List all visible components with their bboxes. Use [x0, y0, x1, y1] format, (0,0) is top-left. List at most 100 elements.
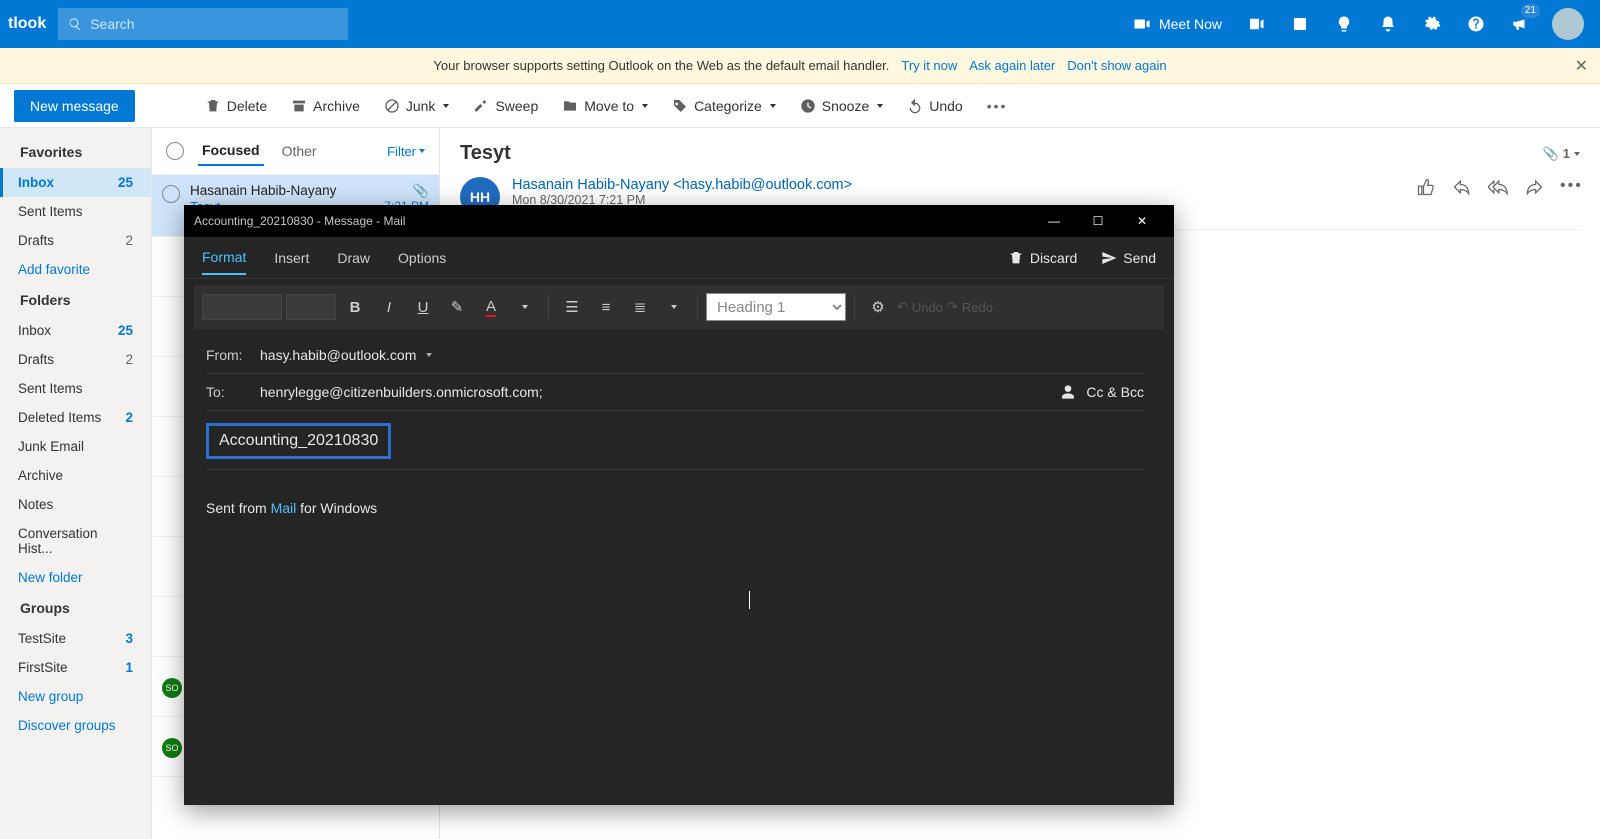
- focused-tab[interactable]: Focused: [198, 136, 264, 166]
- nav-group-firstsite[interactable]: FirstSite1: [0, 653, 151, 682]
- groups-heading[interactable]: Groups: [0, 592, 151, 624]
- highlight-button[interactable]: ✎: [442, 293, 472, 321]
- to-value[interactable]: henrylegge@citizenbuilders.onmicrosoft.c…: [260, 384, 543, 400]
- nav-new-group[interactable]: New group: [0, 682, 151, 711]
- nav-new-folder[interactable]: New folder: [0, 563, 151, 592]
- trash-icon: [1008, 250, 1024, 266]
- number-list-button[interactable]: ≡: [591, 293, 621, 321]
- bullet-list-button[interactable]: ☰: [557, 293, 587, 321]
- attachment-count[interactable]: 📎 1: [1543, 146, 1580, 162]
- gear-icon[interactable]: [1412, 0, 1452, 48]
- underline-button[interactable]: U: [408, 293, 438, 321]
- default-handler-banner: Your browser supports setting Outlook on…: [0, 48, 1600, 84]
- undo-button[interactable]: Undo: [897, 92, 972, 120]
- folders-heading[interactable]: Folders: [0, 284, 151, 316]
- user-avatar[interactable]: [1552, 8, 1584, 40]
- heading-select[interactable]: Heading 1: [706, 293, 846, 321]
- nav-sent-folder[interactable]: Sent Items: [0, 374, 151, 403]
- from-chevron-icon[interactable]: [426, 353, 432, 357]
- archive-button[interactable]: Archive: [281, 92, 370, 120]
- nav-drafts-folder[interactable]: Drafts2: [0, 345, 151, 374]
- more-actions-icon[interactable]: •••: [1560, 177, 1580, 197]
- nav-archive-folder[interactable]: Archive: [0, 461, 151, 490]
- font-size-select[interactable]: [286, 294, 336, 320]
- calendar-icon[interactable]: [1280, 0, 1320, 48]
- nav-sent-fav[interactable]: Sent Items: [0, 197, 151, 226]
- nav-junk-folder[interactable]: Junk Email: [0, 432, 151, 461]
- align-button[interactable]: ≣: [625, 293, 655, 321]
- lightbulb-icon[interactable]: [1324, 0, 1364, 48]
- send-button[interactable]: Send: [1101, 250, 1156, 266]
- nav-convhist-folder[interactable]: Conversation Hist...: [0, 519, 151, 563]
- italic-button[interactable]: I: [374, 293, 404, 321]
- banner-try-link[interactable]: Try it now: [901, 58, 957, 73]
- megaphone-icon[interactable]: 21: [1500, 0, 1540, 48]
- nav-group-testsite[interactable]: TestSite3: [0, 624, 151, 653]
- delete-button[interactable]: Delete: [195, 92, 277, 120]
- snooze-button[interactable]: Snooze: [790, 92, 893, 120]
- select-all-circle[interactable]: [166, 142, 184, 160]
- para-more[interactable]: [659, 293, 689, 321]
- nav-inbox-fav[interactable]: Inbox25: [0, 168, 151, 197]
- select-circle[interactable]: [162, 185, 180, 203]
- categorize-button[interactable]: Categorize: [662, 92, 786, 120]
- reply-all-icon[interactable]: [1488, 177, 1508, 197]
- tab-draw[interactable]: Draw: [337, 242, 370, 274]
- banner-later-link[interactable]: Ask again later: [969, 58, 1055, 73]
- banner-close-icon[interactable]: ✕: [1575, 56, 1588, 76]
- like-icon[interactable]: [1416, 177, 1436, 197]
- read-from[interactable]: Hasanain Habib-Nayany <hasy.habib@outloo…: [512, 177, 852, 193]
- minimize-button[interactable]: —: [1032, 205, 1076, 237]
- bold-button[interactable]: B: [340, 293, 370, 321]
- close-button[interactable]: ✕: [1120, 205, 1164, 237]
- teams-icon[interactable]: [1236, 0, 1276, 48]
- nav-deleted-folder[interactable]: Deleted Items2: [0, 403, 151, 432]
- moveto-button[interactable]: Move to: [552, 92, 658, 120]
- window-titlebar[interactable]: Accounting_20210830 - Message - Mail — ☐…: [184, 205, 1174, 237]
- forward-icon[interactable]: [1524, 177, 1544, 197]
- from-value[interactable]: hasy.habib@outlook.com: [260, 347, 416, 363]
- discard-button[interactable]: Discard: [1008, 250, 1077, 266]
- junk-button[interactable]: Junk: [374, 92, 460, 120]
- format-toolbar: B I U ✎ A ☰ ≡ ≣ Heading 1 ⚙ ↶ Undo ↷ Red…: [194, 285, 1164, 329]
- tab-format[interactable]: Format: [202, 241, 246, 275]
- nav-inbox-folder[interactable]: Inbox25: [0, 316, 151, 345]
- tab-insert[interactable]: Insert: [274, 242, 309, 274]
- banner-text: Your browser supports setting Outlook on…: [433, 58, 889, 73]
- more-button[interactable]: •••: [977, 92, 1018, 120]
- ccbcc-button[interactable]: Cc & Bcc: [1086, 384, 1144, 400]
- favorites-heading[interactable]: Favorites: [0, 136, 151, 168]
- font-color-button[interactable]: A: [476, 293, 506, 321]
- banner-dontshow-link[interactable]: Don't show again: [1067, 58, 1166, 73]
- nav-add-favorite[interactable]: Add favorite: [0, 255, 151, 284]
- undo-button-toolbar[interactable]: ↶ Undo: [897, 299, 943, 315]
- search-input[interactable]: [90, 16, 338, 32]
- nav-drafts-fav[interactable]: Drafts2: [0, 226, 151, 255]
- search-box[interactable]: [58, 8, 348, 40]
- list-tabs: Focused Other Filter: [152, 128, 439, 175]
- filter-button[interactable]: Filter: [387, 144, 425, 159]
- other-tab[interactable]: Other: [278, 137, 321, 165]
- meet-now-button[interactable]: Meet Now: [1123, 15, 1232, 33]
- brand-title: tlook: [8, 15, 58, 33]
- tab-options[interactable]: Options: [398, 242, 446, 274]
- redo-button-toolbar[interactable]: ↷ Redo: [947, 299, 993, 315]
- people-icon[interactable]: [1060, 384, 1076, 400]
- paperclip-icon: 📎: [1543, 146, 1559, 162]
- notification-badge: 21: [1521, 4, 1540, 18]
- sweep-button[interactable]: Sweep: [463, 92, 548, 120]
- maximize-button[interactable]: ☐: [1076, 205, 1120, 237]
- mail-link[interactable]: Mail: [271, 500, 297, 516]
- read-actions: •••: [1416, 177, 1580, 197]
- compose-body[interactable]: Sent from Mail for Windows: [184, 470, 1174, 516]
- font-family-select[interactable]: [202, 294, 282, 320]
- bell-icon[interactable]: [1368, 0, 1408, 48]
- format-more[interactable]: [510, 293, 540, 321]
- nav-discover-groups[interactable]: Discover groups: [0, 711, 151, 740]
- reply-icon[interactable]: [1452, 177, 1472, 197]
- subject-input[interactable]: Accounting_20210830: [206, 423, 391, 459]
- new-message-button[interactable]: New message: [14, 90, 135, 122]
- styles-gear-icon[interactable]: ⚙: [863, 293, 893, 321]
- help-icon[interactable]: [1456, 0, 1496, 48]
- nav-notes-folder[interactable]: Notes: [0, 490, 151, 519]
